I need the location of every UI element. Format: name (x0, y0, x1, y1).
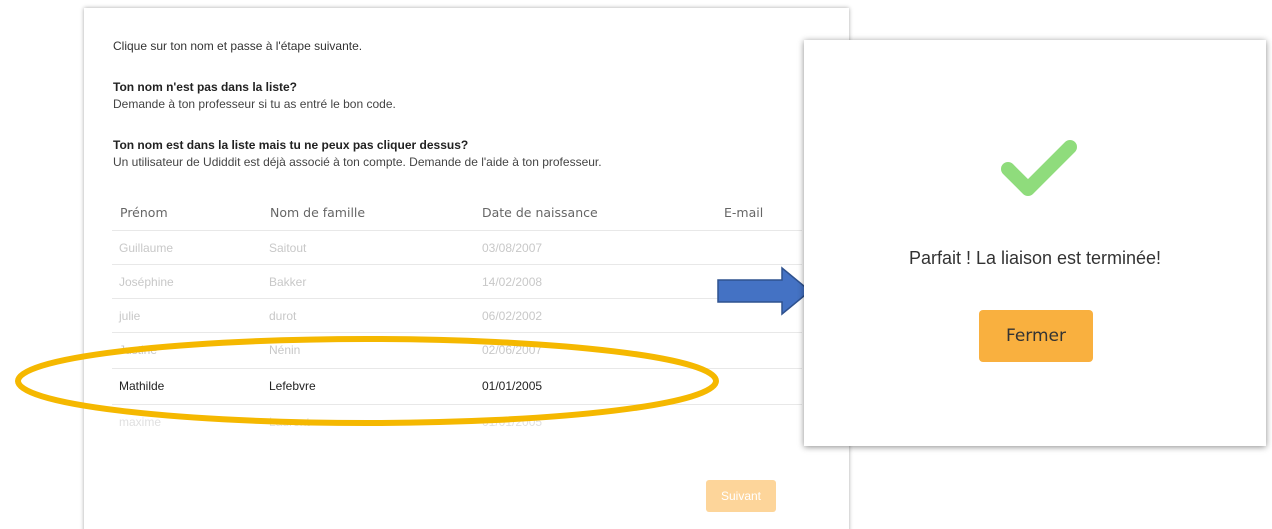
row-divider (112, 404, 802, 405)
column-header-last-name: Nom de famille (270, 205, 366, 220)
close-button[interactable]: Fermer (979, 310, 1093, 362)
name-missing-help: Demande à ton professeur si tu as entré … (113, 97, 396, 111)
column-header-first-name: Prénom (120, 205, 168, 220)
cell-birth-date: 06/02/2002 (482, 309, 543, 323)
cell-first-name: Justine (119, 343, 158, 357)
cell-first-name: Guillaume (119, 241, 174, 255)
intro-text: Clique sur ton nom et passe à l'étape su… (113, 39, 363, 53)
cell-birth-date: 03/08/2007 (482, 241, 543, 255)
row-divider (112, 332, 802, 333)
table-row: Justine Nénin 02/06/2007 (112, 332, 802, 366)
cell-first-name: julie (119, 309, 141, 323)
table-row-selected[interactable]: Mathilde Lefebvre 01/01/2005 (112, 368, 802, 402)
cell-birth-date: 01/01/2005 (482, 415, 543, 429)
cell-first-name: Mathilde (119, 379, 165, 393)
name-missing-title: Ton nom n'est pas dans la liste? (113, 80, 297, 94)
cell-first-name: maxime (119, 415, 162, 429)
success-message: Parfait ! La liaison est terminée! (908, 248, 1162, 268)
right-arrow-icon (717, 266, 812, 316)
row-divider (112, 368, 802, 369)
table-row: julie durot 06/02/2002 (112, 298, 802, 332)
column-header-birth-date: Date de naissance (482, 205, 598, 220)
row-divider (112, 264, 802, 265)
next-button[interactable]: Suivant (706, 480, 776, 512)
table-row: Joséphine Bakker 14/02/2008 (112, 264, 802, 298)
column-header-email: E-mail (724, 205, 764, 220)
name-locked-title: Ton nom est dans la liste mais tu ne peu… (113, 138, 469, 152)
row-divider (112, 298, 802, 299)
row-divider (112, 230, 802, 231)
table-row: Guillaume Saitout 03/08/2007 (112, 230, 802, 264)
cell-first-name: Joséphine (119, 275, 174, 289)
cell-birth-date: 02/06/2007 (482, 343, 543, 357)
success-dialog: Parfait ! La liaison est terminée! Ferme… (804, 40, 1266, 446)
checkmark-icon (1001, 140, 1077, 196)
cell-last-name: Bakker (269, 275, 307, 289)
cell-last-name: durot (269, 309, 297, 323)
cell-last-name: Saitout (269, 241, 307, 255)
cell-birth-date: 14/02/2008 (482, 275, 543, 289)
cell-birth-date: 01/01/2005 (482, 379, 543, 393)
table-row: maxime Laurent 01/01/2005 (112, 404, 802, 438)
cell-last-name: Laurent (269, 415, 310, 429)
cell-last-name: Nénin (269, 343, 301, 357)
screenshot-stage: Clique sur ton nom et passe à l'étape su… (0, 0, 1272, 529)
cell-last-name: Lefebvre (269, 379, 316, 393)
name-locked-help: Un utilisateur de Udiddit est déjà assoc… (113, 155, 602, 169)
